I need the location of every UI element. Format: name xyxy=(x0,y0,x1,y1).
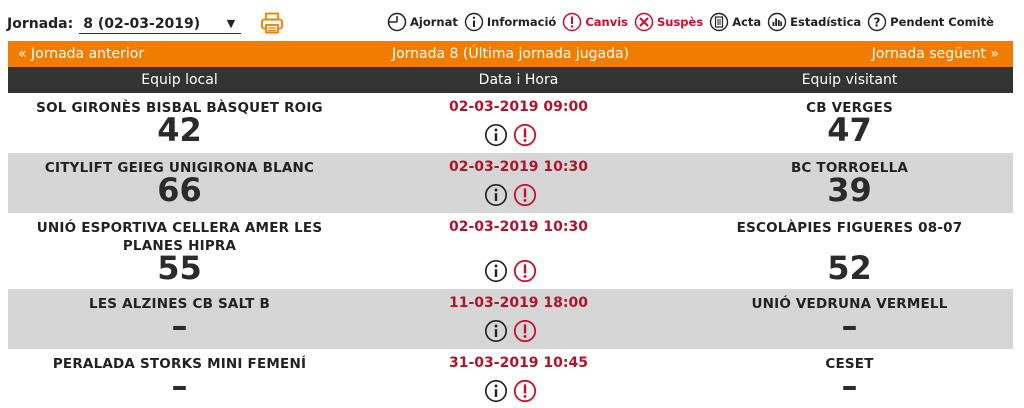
exclamation-icon[interactable] xyxy=(513,379,537,403)
next-jornada-link[interactable]: Jornada següent » xyxy=(872,46,999,62)
local-team-score: 55 xyxy=(157,249,202,287)
jornada-selector-group: Jornada: 8 (02-03-2019) ▼ xyxy=(7,14,242,34)
match-icons xyxy=(484,379,542,403)
header-local-team: Equip local xyxy=(141,72,218,88)
header-away-team: Equip visitant xyxy=(801,72,898,88)
legend-label: Pendent Comitè xyxy=(890,15,994,29)
exclamation-icon[interactable] xyxy=(513,259,537,283)
exclamation-icon[interactable] xyxy=(513,319,537,343)
local-team-score: – xyxy=(171,307,188,345)
table-row: PERALADA STORKS MINI FEMENÍ –31-03-2019 1… xyxy=(8,349,1013,408)
match-datetime: 02-03-2019 09:00 xyxy=(449,99,588,115)
match-datetime: 02-03-2019 10:30 xyxy=(449,219,588,235)
match-icons xyxy=(484,319,542,343)
table-row: SOL GIRONÈS BISBAL BÀSQUET ROIG 42 02-03-2… xyxy=(8,93,1013,153)
away-team-score: – xyxy=(841,307,858,345)
legend-label: Ajornat xyxy=(410,15,458,29)
jornada-select[interactable]: 8 (02-03-2019) ▼ xyxy=(79,14,242,34)
info-icon[interactable] xyxy=(484,259,508,283)
match-datetime: 02-03-2019 10:30 xyxy=(449,159,588,175)
current-jornada-title: Jornada 8 (Última jornada jugada) xyxy=(391,46,630,62)
legend-item-acta: Acta xyxy=(709,12,761,32)
table-row: UNIÓ ESPORTIVA CELLERA AMER LES PLANES H… xyxy=(8,213,1013,289)
stats-icon xyxy=(767,12,787,32)
legend-item-pendent-comitè: ? Pendent Comitè xyxy=(867,12,994,32)
info-icon[interactable] xyxy=(484,183,508,207)
document-icon xyxy=(709,12,729,32)
legend-item-ajornat: Ajornat xyxy=(387,12,458,32)
legend: Ajornat Informació Canvis Suspès Acta Estadís… xyxy=(387,12,1000,32)
legend-label: Estadística xyxy=(790,15,862,29)
table-row: LES ALZINES CB SALT B –11-03-2019 18:00 UN… xyxy=(8,289,1013,349)
match-icons xyxy=(484,123,542,147)
header-date-time: Data i Hora xyxy=(478,72,559,88)
exclamation-icon[interactable] xyxy=(513,183,537,207)
svg-text:?: ? xyxy=(874,16,881,30)
match-icons xyxy=(484,183,542,207)
local-team-score: 66 xyxy=(157,171,202,209)
info-icon[interactable] xyxy=(484,379,508,403)
away-team-score: – xyxy=(841,367,858,405)
info-icon[interactable] xyxy=(484,123,508,147)
table-header: Equip local Data i Hora Equip visitant xyxy=(8,67,1013,93)
print-icon[interactable] xyxy=(260,12,284,34)
clock-icon xyxy=(387,12,407,32)
away-team-name[interactable]: ESCOLÀPIES FIGUERES 08-07 xyxy=(686,219,1013,237)
local-team-score: 42 xyxy=(157,111,202,149)
legend-label: Informació xyxy=(486,15,557,29)
prev-jornada-link[interactable]: « Jornada anterior xyxy=(18,46,144,62)
match-datetime: 31-03-2019 10:45 xyxy=(449,355,588,371)
jornada-label: Jornada: xyxy=(7,16,74,32)
away-team-score: 47 xyxy=(827,111,872,149)
away-team-score: 52 xyxy=(827,249,872,287)
x-circle-icon xyxy=(634,12,654,32)
exclamation-icon xyxy=(563,12,582,32)
jornada-select-value: 8 (02-03-2019) xyxy=(83,16,201,32)
top-toolbar: Jornada: 8 (02-03-2019) ▼ Ajornat Informa… xyxy=(0,0,1024,40)
legend-item-informació: Informació xyxy=(464,12,556,32)
match-icons xyxy=(484,259,542,283)
legend-label: Canvis xyxy=(585,15,628,29)
info-icon[interactable] xyxy=(484,319,508,343)
table-row: CITYLIFT GEIEG UNIGIRONA BLANC 66 02-03-20… xyxy=(8,153,1013,213)
exclamation-icon[interactable] xyxy=(513,123,537,147)
legend-label: Suspès xyxy=(656,15,704,29)
legend-item-canvis: Canvis xyxy=(562,12,628,32)
games-table: SOL GIRONÈS BISBAL BÀSQUET ROIG 42 02-03-2… xyxy=(8,93,1013,408)
legend-item-suspès: Suspès xyxy=(634,12,703,32)
match-datetime: 11-03-2019 18:00 xyxy=(449,295,588,311)
chevron-down-icon: ▼ xyxy=(226,17,236,30)
jornada-navbar: « Jornada anterior Jornada 8 (Última jor… xyxy=(8,41,1013,67)
legend-item-estadística: Estadística xyxy=(767,12,861,32)
question-icon: ? xyxy=(867,12,887,32)
away-team-score: 39 xyxy=(827,171,872,209)
legend-label: Acta xyxy=(732,15,762,29)
info-icon xyxy=(464,12,484,32)
local-team-score: – xyxy=(171,367,188,405)
